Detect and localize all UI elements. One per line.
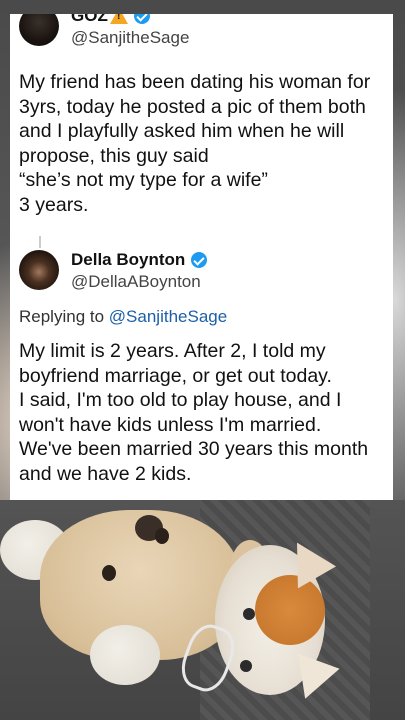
replying-to-line: Replying to @SanjitheSage — [19, 307, 227, 327]
original-tweet-header: GOZ @SanjitheSage — [19, 14, 189, 48]
cat-eye — [240, 660, 252, 672]
avatar-della-boynton[interactable] — [19, 250, 59, 290]
avatar-goz[interactable] — [19, 14, 59, 46]
plush-eye — [102, 565, 116, 581]
reply-author-name-line: Della Boynton — [71, 250, 208, 270]
original-tweet-text: My friend has been dating his woman for … — [19, 71, 371, 216]
cat-eye — [243, 608, 255, 620]
replying-to-label: Replying to — [19, 307, 105, 326]
thread-connector-line — [39, 236, 41, 248]
cat-paw-right — [90, 625, 160, 685]
original-author-name[interactable]: GOZ — [71, 14, 108, 26]
reply-author-name[interactable]: Della Boynton — [71, 250, 185, 270]
replying-to-mention-link[interactable]: @SanjitheSage — [109, 307, 227, 326]
warning-emoji-icon — [109, 14, 128, 24]
original-author-handle[interactable]: @SanjitheSage — [71, 28, 189, 48]
reply-tweet-header: Della Boynton @DellaABoynton — [19, 250, 208, 292]
reply-tweet-text: My limit is 2 years. After 2, I told my … — [19, 340, 369, 485]
cat-orange-patch — [255, 575, 325, 645]
reply-author-handle[interactable]: @DellaABoynton — [71, 272, 207, 292]
plush-eye — [155, 528, 169, 544]
cat-with-plush-toy-image — [0, 500, 405, 720]
original-author-name-line: GOZ — [71, 14, 189, 26]
verified-badge-icon — [133, 14, 150, 24]
verified-badge-icon — [191, 252, 208, 268]
tweet-screenshot-card: GOZ @SanjitheSage My friend has been dat… — [10, 14, 393, 500]
